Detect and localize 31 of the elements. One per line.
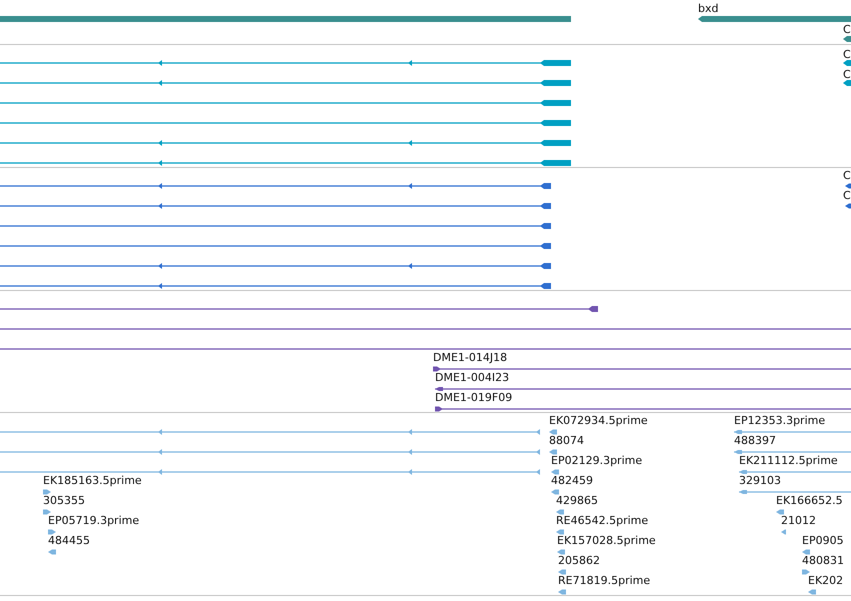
feature-label: C [843, 190, 851, 202]
feature-label: DME1-004I23 [435, 372, 510, 384]
feature-label: 205862 [558, 555, 600, 567]
feature-label: EK211112.5prime [739, 455, 838, 467]
feature-label: DME1-014J18 [433, 352, 508, 364]
feature-label: 88074 [549, 435, 584, 447]
feature-label: EP12353.3prime [734, 415, 826, 427]
feature-label: EK202 [808, 575, 844, 587]
feature-label: EP0905 [802, 535, 844, 547]
feature-label: 429865 [556, 495, 598, 507]
feature-label: 305355 [43, 495, 85, 507]
feature-label: 488397 [734, 435, 776, 447]
feature-label: EP05719.3prime [48, 515, 140, 527]
feature-label: C [843, 49, 851, 61]
feature-label: RE71819.5prime [558, 575, 650, 587]
feature-label: DME1-019F09 [435, 392, 512, 404]
feature-label: EK166652.5 [776, 495, 843, 507]
feature-label: bxd [698, 3, 718, 15]
feature-label: EK185163.5prime [43, 475, 142, 487]
feature-label: EK072934.5prime [549, 415, 648, 427]
feature-label: 329103 [739, 475, 781, 487]
feature-label: C [843, 170, 851, 182]
feature-label: EP02129.3prime [551, 455, 642, 467]
feature-label: 21012 [781, 515, 816, 527]
feature-label: EK157028.5prime [557, 535, 656, 547]
feature-label: C [843, 24, 851, 36]
feature-label: 482459 [551, 475, 593, 487]
feature-label: 480831 [802, 555, 844, 567]
feature-label: RE46542.5prime [556, 515, 648, 527]
feature-label: 484455 [48, 535, 90, 547]
feature-label: C [843, 69, 851, 81]
